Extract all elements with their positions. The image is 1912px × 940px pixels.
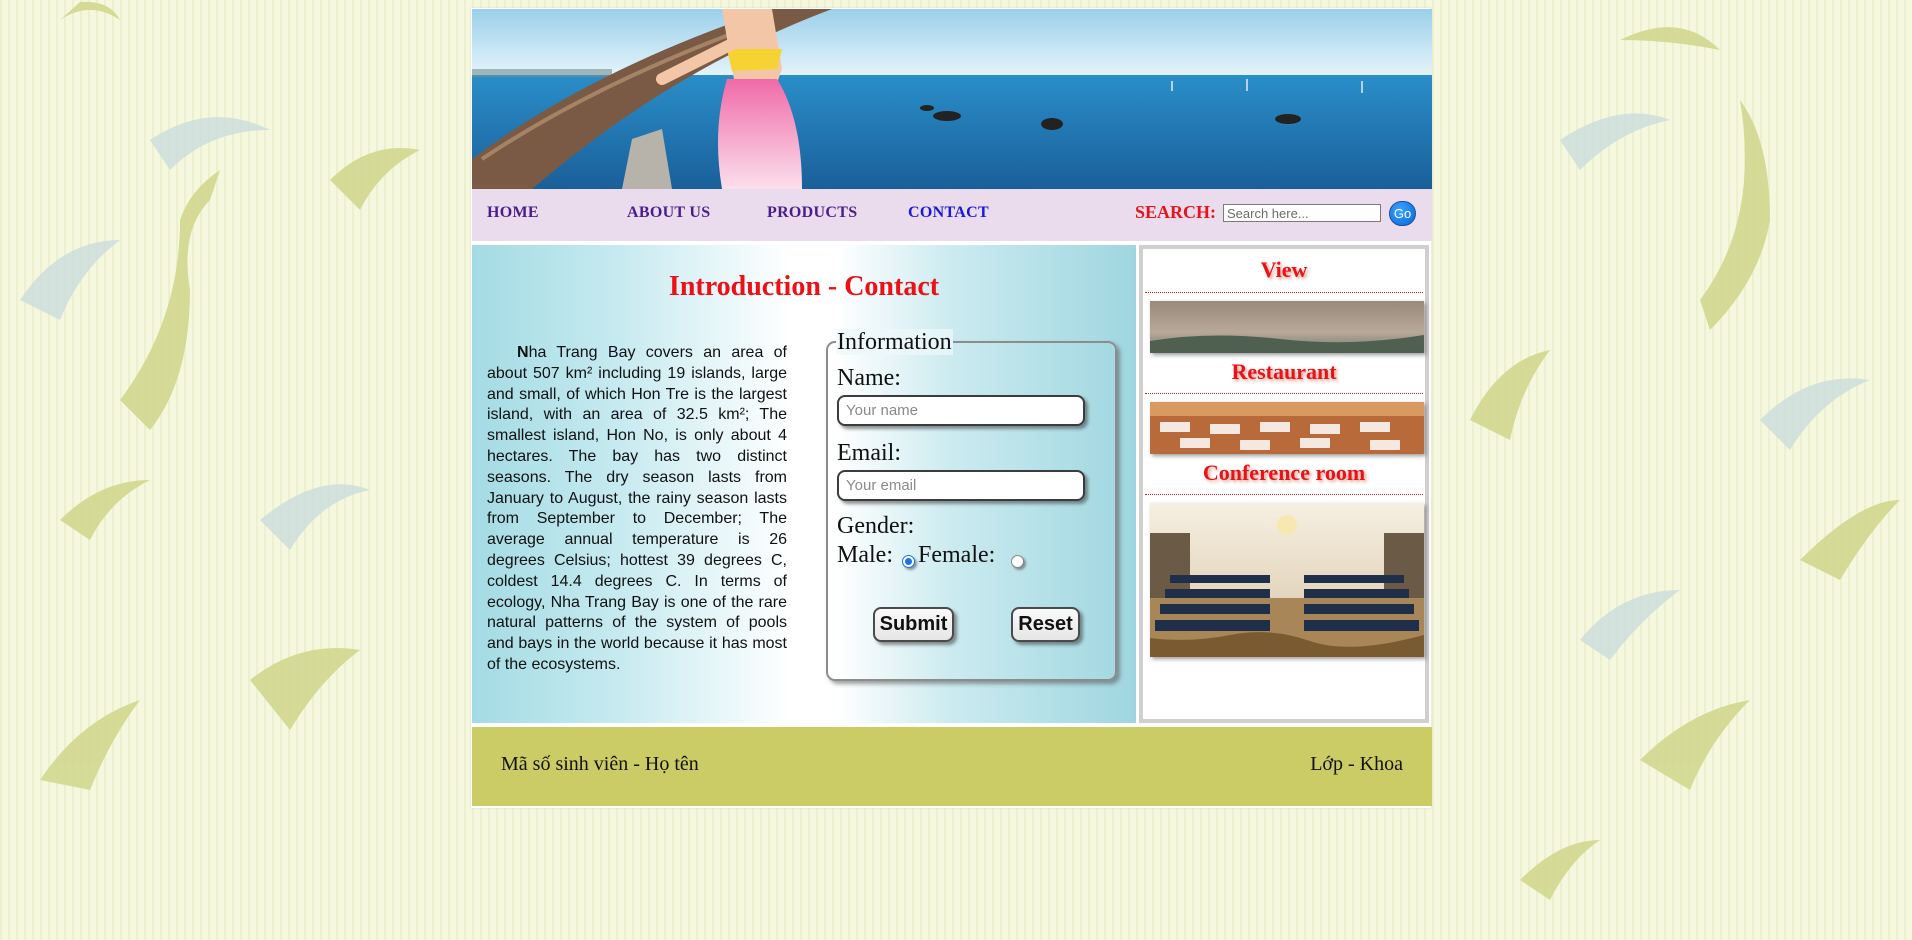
intro-first-letter: N [517, 344, 529, 361]
restaurant-image [1150, 402, 1424, 454]
intro-paragraph: Nha Trang Bay covers an area of about 50… [487, 343, 787, 676]
conference-image [1150, 503, 1424, 657]
search-go-button[interactable]: Go [1389, 201, 1416, 226]
nav-about-link[interactable]: ABOUT US [627, 204, 710, 222]
reset-button[interactable]: Reset [1011, 607, 1080, 642]
name-field[interactable] [837, 395, 1085, 426]
footer-class-info: Lớp - Khoa [1310, 753, 1403, 775]
sidebar-title-conference: Conference room [1202, 460, 1366, 485]
header-banner [472, 9, 1432, 189]
search-label: SEARCH: [1135, 202, 1217, 222]
page-title: Introduction - Contact [668, 271, 940, 302]
sidebar-title-restaurant: Restaurant [1231, 359, 1337, 384]
fieldset-legend: Information [836, 329, 953, 355]
beach-banner-image [472, 9, 1432, 189]
search-input[interactable] [1223, 204, 1381, 222]
male-label: Male: [837, 542, 893, 568]
nav-contact-link[interactable]: CONTACT [908, 204, 989, 222]
information-fieldset: Information Name: Email: Gender: Male: F… [826, 329, 1117, 681]
footer-student-info: Mã số sinh viên - Họ tên [501, 753, 699, 775]
sidebar: View Restaurant Conference room [1139, 245, 1429, 723]
main-navbar: HOME ABOUT US PRODUCTS CONTACT SEARCH: G… [472, 189, 1432, 241]
female-radio[interactable] [1011, 555, 1024, 568]
female-label: Female: [918, 542, 996, 568]
name-label: Name: [837, 365, 901, 391]
sidebar-title-view: View [1260, 257, 1308, 282]
email-label: Email: [837, 440, 901, 466]
sidebar-panel: View Restaurant Conference room [1143, 249, 1425, 719]
male-radio[interactable] [902, 555, 915, 568]
nav-home-link[interactable]: HOME [487, 204, 539, 222]
sidebar-divider [1145, 292, 1423, 293]
page-wrapper: HOME ABOUT US PRODUCTS CONTACT SEARCH: G… [471, 8, 1432, 808]
sidebar-divider [1145, 494, 1423, 495]
submit-button[interactable]: Submit [873, 607, 954, 642]
view-image [1150, 301, 1424, 353]
page-footer: Mã số sinh viên - Họ tên Lớp - Khoa [472, 727, 1432, 806]
main-content: Introduction - Contact Nha Trang Bay cov… [472, 245, 1136, 723]
nav-products-link[interactable]: PRODUCTS [767, 204, 857, 222]
email-field[interactable] [837, 470, 1085, 501]
sidebar-divider [1145, 393, 1423, 394]
intro-text: ha Trang Bay covers an area of about 507… [487, 344, 787, 673]
gender-label: Gender: [837, 513, 915, 539]
